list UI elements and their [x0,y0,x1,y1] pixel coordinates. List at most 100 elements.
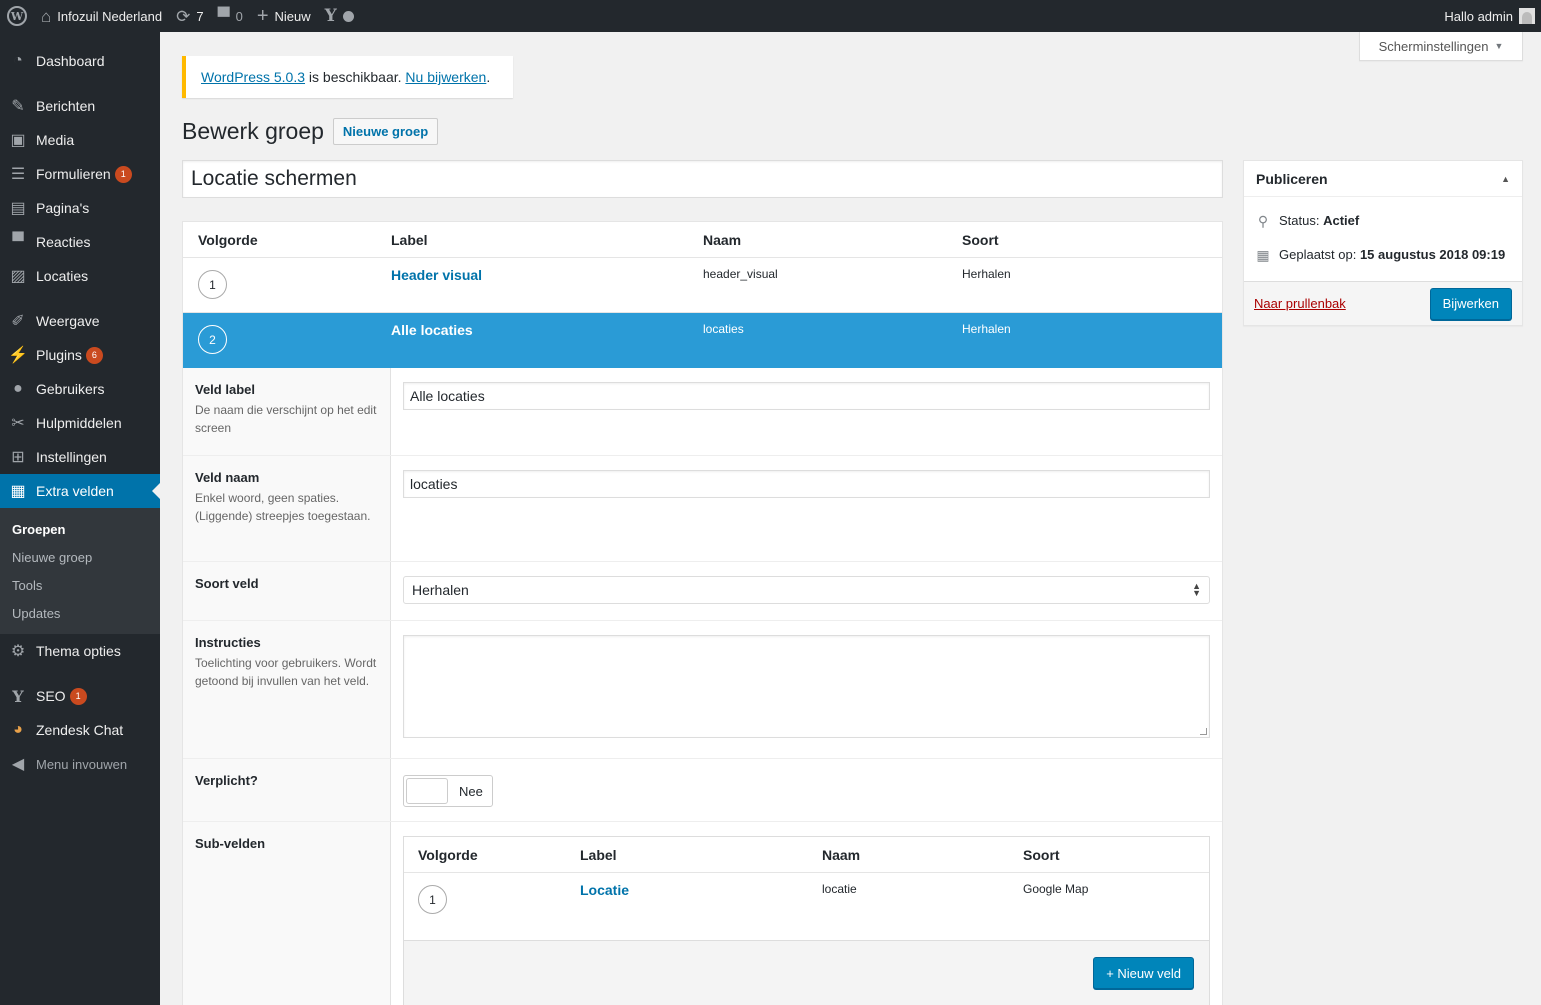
menu-label: Weergave [36,313,100,329]
header-order: Volgorde [198,231,258,248]
menu-extra-velden[interactable]: ▦ Extra velden [0,474,160,508]
move-to-trash-link[interactable]: Naar prullenbak [1254,296,1346,311]
table-row[interactable]: 1 Locatie locatie Google Map [404,873,1209,941]
add-field-button[interactable]: + Nieuw veld [1093,957,1194,989]
menu-label: Pagina's [36,200,90,216]
field-name: locaties [703,322,744,336]
calendar-icon: ▦ [1256,247,1270,263]
yoast-menu[interactable]: Y [318,0,361,32]
field-type-selected: Herhalen [412,582,469,598]
setting-title: Verplicht? [195,773,258,788]
collapse-arrow-icon: ◀ [11,756,25,773]
submenu-updates[interactable]: Updates [0,599,160,627]
wordpress-version-link[interactable]: WordPress 5.0.3 [201,69,305,85]
header-type: Soort [1023,846,1060,863]
new-group-button[interactable]: Nieuwe groep [332,118,439,145]
wp-logo-menu[interactable]: W [0,0,34,32]
menu-plugins[interactable]: ⚡ Plugins 6 [0,338,160,372]
header-name: Naam [822,846,861,863]
menu-reacties[interactable]: ▀ Reacties [0,225,160,259]
order-handle[interactable]: 1 [418,885,447,914]
subfields-table: Volgorde Label Naam Soort 1 Locatie loca… [403,836,1210,1005]
subfield-label-link[interactable]: Locatie [580,882,629,898]
required-toggle[interactable]: Nee [403,775,493,807]
menu-dashboard[interactable]: ◔ Dashboard [0,44,160,78]
table-row[interactable]: 1 Header visual header_visual Herhalen [183,258,1222,313]
update-button[interactable]: Bijwerken [1429,287,1512,320]
media-icon: ▣ [10,132,26,149]
menu-weergave[interactable]: ✐ Weergave [0,304,160,338]
menu-label: Hulpmiddelen [36,415,122,431]
group-title-input[interactable]: Locatie schermen [182,160,1223,198]
map-icon: ▨ [10,268,26,285]
date-label: Geplaatst op: [1279,247,1360,262]
header-label: Label [391,231,428,248]
collapse-triangle-icon[interactable]: ▲ [1501,174,1510,184]
comments-link[interactable]: ▀ 0 [211,0,250,32]
menu-thema-opties[interactable]: ⚙ Thema opties [0,634,160,668]
menu-locaties[interactable]: ▨ Locaties [0,259,160,293]
comment-icon: ▀ [12,233,24,250]
new-content-link[interactable]: + Nieuw [250,0,318,32]
site-name-link[interactable]: ⌂ Infozuil Nederland [34,0,169,32]
menu-berichten[interactable]: ✎ Berichten [0,89,160,123]
update-notice: WordPress 5.0.3 is beschikbaar. Nu bijwe… [182,56,513,98]
toggle-knob [406,778,448,804]
instructions-textarea[interactable] [403,635,1210,738]
setting-title: Veld label [195,382,255,397]
greeting: Hallo admin [1444,8,1513,24]
publish-box-header[interactable]: Publiceren ▲ [1244,161,1522,197]
table-row-selected[interactable]: 2 Alle locaties locaties Herhalen [183,313,1222,368]
field-name-input[interactable]: locaties [403,470,1210,498]
wrench-icon: ✂ [11,415,25,432]
status-value: Actief [1323,213,1360,228]
subfield-name: locatie [822,882,857,896]
setting-title: Veld naam [195,470,260,485]
plugins-badge: 6 [85,346,103,364]
update-now-link[interactable]: Nu bijwerken [405,69,486,85]
setting-required: Verplicht? Nee [183,759,1222,822]
menu-gebruikers[interactable]: ● Gebruikers [0,372,160,406]
screen-options-label: Scherminstellingen [1378,38,1489,54]
yoast-icon: Y [324,5,337,26]
comment-icon: ▀ [217,6,230,26]
collapse-menu-button[interactable]: ◀ Menu invouwen [0,747,160,781]
menu-formulieren[interactable]: ☰ Formulieren 1 [0,157,160,191]
page-title: Bewerk groep [182,118,324,144]
setting-description: De naam die verschijnt op het edit scree… [195,403,377,435]
menu-label: Media [36,132,75,148]
updates-link[interactable]: ⟳ 7 [169,0,210,32]
zendesk-icon: ◕ [13,721,23,738]
account-menu[interactable]: Hallo admin [1437,0,1541,32]
field-label-link[interactable]: Header visual [391,267,482,283]
publish-title: Publiceren [1256,170,1328,187]
order-handle[interactable]: 1 [198,270,227,299]
menu-paginas[interactable]: ▤ Pagina's [0,191,160,225]
screen-options-toggle[interactable]: Scherminstellingen ▼ [1359,32,1523,61]
home-icon: ⌂ [41,6,52,26]
setting-title: Instructies [195,635,261,650]
setting-field-type: Soort veld Herhalen ▲ ▼ [183,562,1222,621]
submenu-tools[interactable]: Tools [0,571,160,599]
menu-label: SEO [36,688,66,704]
plugin-icon: ⚡ [8,347,28,364]
setting-description: Enkel woord, geen spaties. (Liggende) st… [195,491,371,523]
notice-text: is beschikbaar. [305,69,406,85]
submenu-nieuwe-groep[interactable]: Nieuwe groep [0,543,160,571]
menu-hulpmiddelen[interactable]: ✂ Hulpmiddelen [0,406,160,440]
menu-zendesk-chat[interactable]: ◕ Zendesk Chat [0,713,160,747]
wordpress-logo-icon: W [7,6,27,26]
menu-instellingen[interactable]: ⊞ Instellingen [0,440,160,474]
submenu-groepen[interactable]: Groepen [0,515,160,543]
user-icon: ● [13,380,23,397]
menu-label: Gebruikers [36,381,105,397]
menu-seo[interactable]: Y SEO 1 [0,679,160,713]
menu-label: Berichten [36,98,96,114]
field-label-input[interactable]: Alle locaties [403,382,1210,410]
menu-label: Locaties [36,268,89,284]
menu-label: Thema opties [36,643,121,659]
order-handle[interactable]: 2 [198,325,227,354]
menu-media[interactable]: ▣ Media [0,123,160,157]
field-label-link[interactable]: Alle locaties [391,322,473,338]
field-type-select[interactable]: Herhalen ▲ ▼ [403,576,1210,604]
